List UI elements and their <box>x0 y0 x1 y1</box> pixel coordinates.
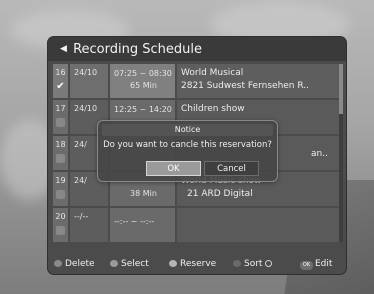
green-key-icon <box>110 260 118 267</box>
clock-icon <box>265 260 273 267</box>
checkmark-icon[interactable]: ✔ <box>56 82 65 92</box>
scrollbar[interactable] <box>339 64 343 242</box>
yellow-key-icon <box>169 260 177 267</box>
schedule-row[interactable]: 16 ✔ 24/10 07:25 ~ 08:30 65 Min World Mu… <box>53 64 341 98</box>
row-date: --/-- <box>70 208 108 242</box>
checkbox-icon[interactable] <box>56 226 65 235</box>
row-index: 17 <box>53 100 68 134</box>
page-title: Recording Schedule <box>73 42 202 57</box>
row-index: 18 <box>53 136 68 170</box>
duration: 65 Min <box>130 81 157 90</box>
time-range: --:-- ~ --:-- <box>114 217 155 226</box>
footer-key-bar: Delete Select Reserve Sort OK Edit <box>48 257 346 273</box>
checkbox-icon[interactable] <box>56 190 65 199</box>
reserve-key[interactable]: Reserve <box>169 259 216 269</box>
ok-key-icon: OK <box>300 261 313 270</box>
schedule-row[interactable]: 20 --/-- --:-- ~ --:-- <box>53 208 341 242</box>
program-info: World Musical 2821 Sudwest Fernsehen R.. <box>177 64 341 98</box>
channel-name: 2821 Sudwest Fernsehen R.. <box>181 81 310 91</box>
time-range: 12:25 ~ 14:20 <box>114 105 172 114</box>
sort-key[interactable]: Sort <box>233 259 273 269</box>
blue-key-icon <box>233 260 241 267</box>
ok-button[interactable]: OK <box>146 161 201 176</box>
channel-name: 21 ARD Digital <box>187 189 253 199</box>
row-index: 20 <box>53 208 68 242</box>
program-info <box>177 208 341 242</box>
row-date: 24/10 <box>70 64 108 98</box>
checkbox-icon[interactable] <box>56 118 65 127</box>
program-title: Children show <box>181 104 245 114</box>
select-key[interactable]: Select <box>110 259 149 269</box>
red-key-icon <box>54 260 62 267</box>
edit-key[interactable]: OK Edit <box>300 259 332 270</box>
back-arrow-icon[interactable]: ◀ <box>60 44 67 54</box>
time-range: 07:25 ~ 08:30 <box>114 69 172 78</box>
checkbox-icon[interactable] <box>56 154 65 163</box>
scrollbar-thumb[interactable] <box>339 64 343 114</box>
notice-dialog: Notice Do you want to cancle this reserv… <box>97 120 278 182</box>
delete-key[interactable]: Delete <box>54 259 95 269</box>
row-index: 19 <box>53 172 68 206</box>
cancel-button[interactable]: Cancel <box>204 161 259 176</box>
row-time: --:-- ~ --:-- <box>110 208 175 242</box>
program-title: World Musical <box>181 68 244 78</box>
dialog-title: Notice <box>102 124 273 136</box>
title-bar: ◀ Recording Schedule <box>48 37 346 61</box>
row-time: 07:25 ~ 08:30 65 Min <box>110 64 175 98</box>
dialog-message: Do you want to cancle this reservation? <box>103 140 272 150</box>
